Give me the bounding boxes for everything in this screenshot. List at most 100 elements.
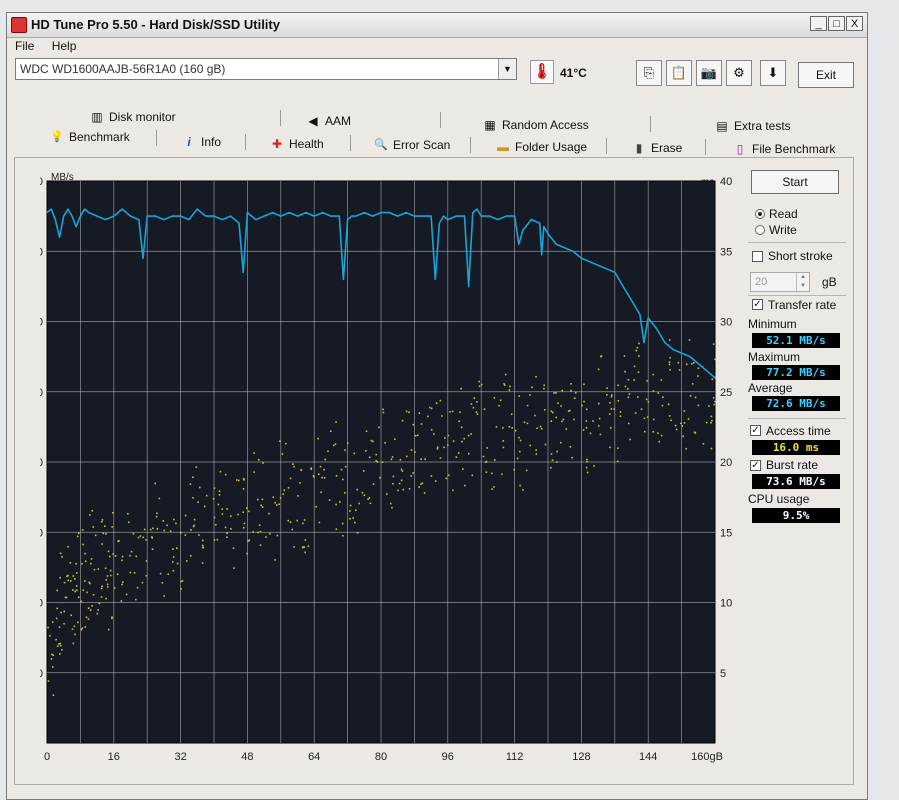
drive-select[interactable]: WDC WD1600AAJB-56R1A0 (160 gB) ▼ [15, 58, 517, 80]
burst-rate-checkbox[interactable]: ✓ [750, 460, 761, 471]
access-time-point [190, 529, 192, 531]
y-left-tick-label: 80 [40, 176, 43, 188]
tab-aam[interactable]: ◀ AAM [306, 112, 351, 130]
access-time-point [65, 596, 68, 599]
tab-extra-tests[interactable]: ▤ Extra tests [715, 117, 790, 135]
access-time-point [550, 466, 552, 469]
access-time-point [61, 556, 63, 558]
access-time-point [262, 462, 264, 464]
access-time-point [221, 513, 224, 515]
menu-help[interactable]: Help [52, 39, 77, 53]
access-time-checkbox[interactable]: ✓ [750, 425, 761, 436]
access-time-point [697, 367, 700, 369]
short-stroke-stepper[interactable]: 20 ▲ ▼ [750, 272, 810, 292]
access-time-point [421, 482, 424, 485]
access-time-point [192, 476, 194, 479]
access-time-point [470, 433, 472, 435]
tab-file-benchmark[interactable]: ▯ File Benchmark [733, 140, 836, 158]
x-tick-label: 64 [308, 751, 320, 763]
access-time-point [449, 410, 451, 413]
access-time-point [224, 473, 227, 476]
tab-disk-monitor[interactable]: ▥ Disk monitor [90, 108, 176, 126]
access-time-point [633, 379, 635, 381]
tab-info[interactable]: i Info [182, 133, 221, 151]
screenshot-button[interactable]: 📷 [696, 60, 722, 86]
access-time-point [327, 450, 329, 453]
access-time-point [705, 421, 708, 424]
access-time-point [59, 642, 62, 645]
access-time-point [190, 555, 192, 557]
access-time-point [394, 438, 396, 441]
minimize-button[interactable]: _ [810, 16, 827, 31]
menu-file[interactable]: File [15, 39, 34, 53]
access-time-point [435, 402, 438, 404]
access-time-point [571, 456, 573, 459]
read-radio[interactable] [755, 209, 765, 219]
access-time-point [77, 621, 79, 624]
menu-bar: File Help [7, 39, 867, 55]
access-time-point [184, 534, 187, 536]
close-button[interactable]: X [846, 16, 863, 31]
access-time-point [668, 361, 671, 363]
short-stroke-checkbox[interactable] [752, 251, 763, 262]
title-bar[interactable]: HD Tune Pro 5.50 - Hard Disk/SSD Utility… [7, 13, 867, 38]
access-time-point [657, 392, 660, 394]
access-time-point [163, 529, 166, 532]
access-time-point [640, 408, 643, 411]
tab-erase[interactable]: ▮ Erase [632, 139, 683, 157]
copy-text-button[interactable]: 📋 [666, 60, 692, 86]
spin-arrows-icon[interactable]: ▲ ▼ [796, 273, 809, 291]
access-time-point [195, 466, 198, 468]
write-radio[interactable] [755, 225, 765, 235]
chevron-down-icon[interactable]: ▼ [498, 59, 516, 79]
tab-random-access[interactable]: ▦ Random Access [483, 116, 588, 134]
access-time-point [423, 492, 426, 494]
tab-health[interactable]: ✚ Health [270, 135, 324, 153]
access-time-point [389, 502, 392, 505]
access-time-point [217, 503, 220, 506]
access-time-point [400, 468, 403, 471]
access-time-point [341, 522, 344, 525]
options-button[interactable]: ⚙ [726, 60, 752, 86]
access-time-point [680, 422, 682, 425]
access-time-point [464, 484, 466, 487]
maximize-button[interactable]: □ [828, 16, 845, 31]
access-time-point [560, 405, 562, 407]
tab-benchmark[interactable]: 💡 Benchmark [50, 128, 130, 146]
access-time-point [443, 446, 445, 449]
write-label: Write [769, 223, 797, 237]
access-time-point [63, 610, 66, 613]
access-time-point [429, 406, 431, 409]
access-time-point [75, 585, 78, 587]
y-right-tick-label: 15 [720, 527, 732, 539]
access-time-point [678, 369, 681, 371]
access-time-point [201, 562, 204, 564]
access-time-point [52, 694, 55, 696]
access-time-point [637, 396, 639, 398]
tab-error-scan[interactable]: 🔍 Error Scan [374, 136, 450, 154]
access-time-point [565, 428, 568, 430]
start-button[interactable]: Start [751, 170, 839, 194]
access-time-point [69, 580, 72, 582]
tab-divider [245, 134, 246, 150]
access-time-point [399, 458, 402, 461]
exit-button[interactable]: Exit [798, 62, 854, 88]
access-time-point [216, 538, 219, 541]
access-time-point [285, 442, 287, 445]
transfer-rate-checkbox[interactable]: ✓ [752, 299, 763, 310]
access-time-point [237, 513, 239, 516]
read-label: Read [769, 207, 798, 221]
access-time-point [87, 607, 90, 609]
copy-info-button[interactable]: ⎘ [636, 60, 662, 86]
access-time-point [708, 405, 710, 407]
save-button[interactable]: ⬇ [760, 60, 786, 86]
access-time-point [375, 453, 378, 456]
tab-folder-usage[interactable]: ▬ Folder Usage [496, 138, 587, 156]
access-time-point [242, 488, 245, 490]
access-time-point [47, 680, 50, 682]
access-time-point [480, 383, 483, 386]
tab-label: Disk monitor [109, 110, 176, 124]
access-time-point [92, 526, 95, 528]
access-time-point [401, 470, 404, 472]
access-time-point [69, 562, 72, 564]
